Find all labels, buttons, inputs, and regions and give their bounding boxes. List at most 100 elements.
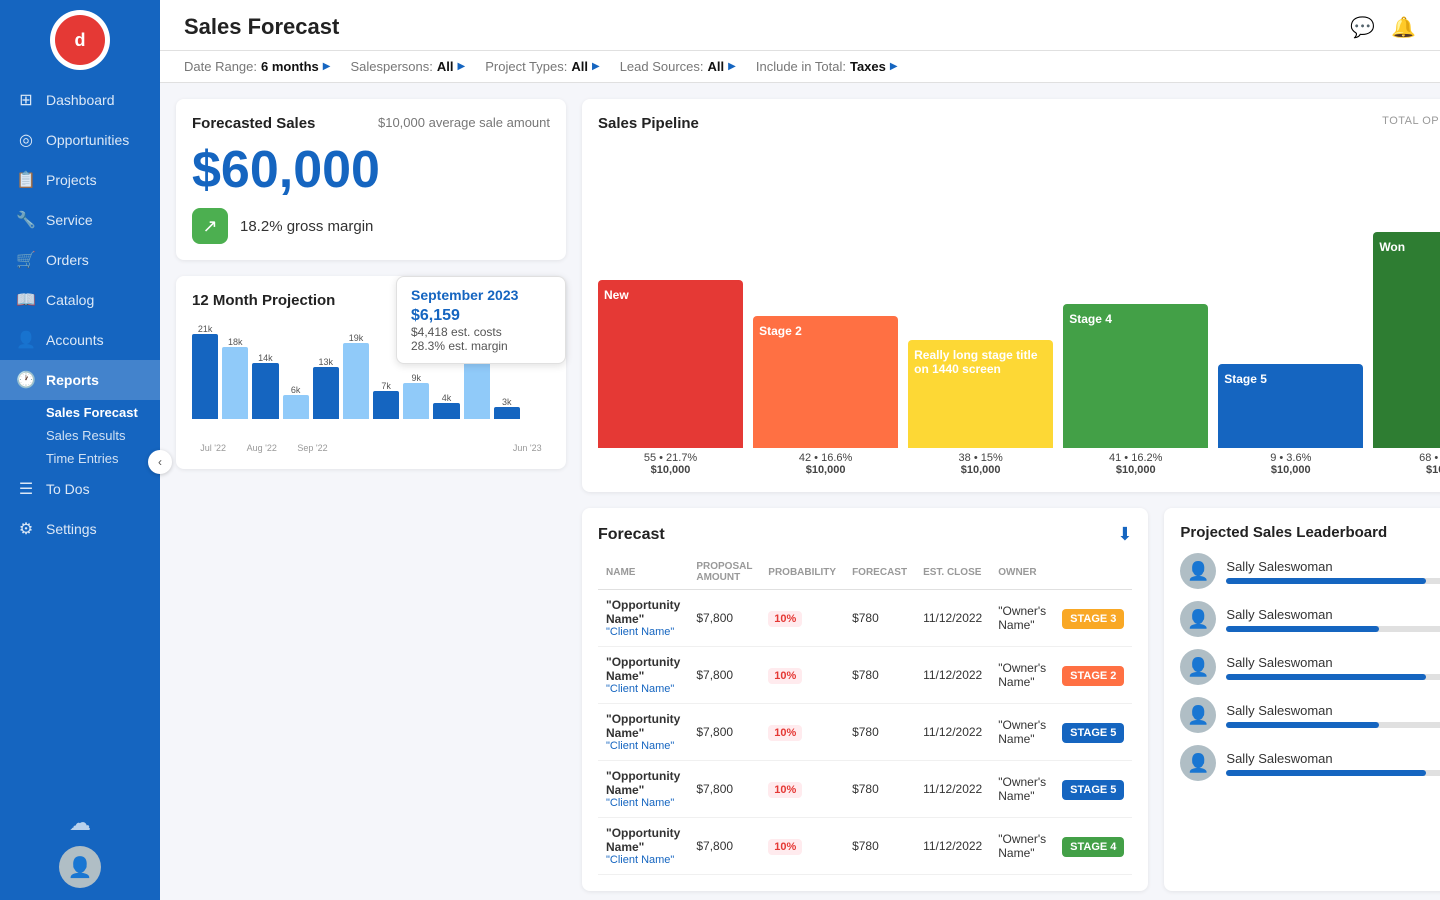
leader-item-0: 👤 Sally Saleswoman $46,500 [1180, 553, 1440, 589]
forecasted-header: Forecasted Sales $10,000 average sale am… [192, 115, 550, 132]
chart-label-jun: Jun '23 [513, 443, 542, 453]
chart-labels: Jul '22 Aug '22 Sep '22 Jun '23 [192, 443, 550, 453]
user-avatar[interactable]: 👤 [59, 846, 101, 888]
notification-icon[interactable]: 🔔 [1391, 15, 1416, 40]
filter-include-total-arrow: ▶ [890, 61, 898, 72]
gross-margin-icon: ↗ [192, 208, 228, 244]
cell-owner-0: "Owner's Name" [990, 590, 1054, 647]
filter-salespersons-value: All [437, 59, 454, 74]
sidebar-item-projects[interactable]: 📋 Projects [0, 160, 160, 200]
leader-info-4: Sally Saleswoman [1226, 751, 1440, 776]
forecasted-amount: $60,000 [192, 140, 550, 200]
leader-bar-fill-0 [1226, 578, 1426, 584]
leader-info-0: Sally Saleswoman [1226, 559, 1440, 584]
pipeline-bar-group-5: Won68 • 26.9%$10,000 [1373, 186, 1440, 476]
cell-close-3: 11/12/2022 [915, 761, 990, 818]
filter-salespersons-label: Salespersons: [351, 59, 433, 74]
filter-lead-sources[interactable]: Lead Sources: All ▶ [620, 59, 736, 74]
sidebar-sub-sales-results[interactable]: Sales Results [0, 423, 160, 446]
leaderboard-card: Projected Sales Leaderboard 👤 Sally Sale… [1164, 508, 1440, 891]
pipeline-bar-group-0: New55 • 21.7%$10,000 [598, 186, 743, 476]
total-opps-value: 253 [1382, 127, 1440, 164]
client-name-2: "Client Name" [606, 740, 680, 752]
leader-name-3: Sally Saleswoman [1226, 703, 1440, 718]
opp-name-2: "Opportunity Name" [606, 712, 680, 740]
sidebar-sub-time-entries[interactable]: Time Entries [0, 446, 160, 469]
cell-forecast-0: $780 [844, 590, 915, 647]
leader-name-2: Sally Saleswoman [1226, 655, 1440, 670]
cell-name-1: "Opportunity Name" "Client Name" [598, 647, 688, 704]
sidebar-item-opportunities[interactable]: ◎ Opportunities [0, 120, 160, 160]
cell-forecast-1: $780 [844, 647, 915, 704]
stage-badge-4: STAGE 4 [1062, 837, 1124, 857]
cell-stage-0: STAGE 3 [1054, 590, 1132, 647]
bar-group-0: 21k [192, 319, 218, 419]
tooltip-margin: 28.3% est. margin [411, 339, 551, 353]
leader-bar-fill-2 [1226, 674, 1426, 680]
accounts-icon: 👤 [16, 330, 36, 350]
bar-value-1: 18k [228, 337, 243, 347]
filter-date-range[interactable]: Date Range: 6 months ▶ [184, 59, 331, 74]
sidebar-item-settings[interactable]: ⚙ Settings [0, 509, 160, 549]
leader-avatar-3: 👤 [1180, 697, 1216, 733]
sidebar-sub-sales-forecast[interactable]: Sales Forecast [0, 400, 160, 423]
sidebar-item-orders[interactable]: 🛒 Orders [0, 240, 160, 280]
projects-icon: 📋 [16, 170, 36, 190]
sidebar-nav: ⊞ Dashboard ◎ Opportunities 📋 Projects 🔧… [0, 80, 160, 549]
prob-badge-3: 10% [768, 782, 802, 798]
leader-bar-bg-3 [1226, 722, 1440, 728]
sidebar: d ⊞ Dashboard ◎ Opportunities 📋 Projects… [0, 0, 160, 900]
stage-badge-1: STAGE 2 [1062, 666, 1124, 686]
sidebar-item-service[interactable]: 🔧 Service [0, 200, 160, 240]
sidebar-item-catalog[interactable]: 📖 Catalog [0, 280, 160, 320]
sidebar-label-projects: Projects [46, 172, 97, 188]
col-close: EST. CLOSE [915, 555, 990, 590]
table-header-row: NAME PROPOSAL AMOUNT PROBABILITY FORECAS… [598, 555, 1132, 590]
filter-include-total-value: Taxes [850, 59, 886, 74]
col-stage [1054, 555, 1132, 590]
bar-value-7: 9k [412, 373, 422, 383]
sidebar-label-accounts: Accounts [46, 332, 104, 348]
pipeline-bar-0: New [598, 280, 743, 448]
sidebar-item-dashboard[interactable]: ⊞ Dashboard [0, 80, 160, 120]
settings-icon: ⚙ [16, 519, 36, 539]
filter-project-types[interactable]: Project Types: All ▶ [485, 59, 599, 74]
pipeline-bar-info-2: 38 • 15%$10,000 [959, 452, 1003, 476]
filter-date-range-label: Date Range: [184, 59, 257, 74]
col-probability: PROBABILITY [760, 555, 844, 590]
cell-stage-3: STAGE 5 [1054, 761, 1132, 818]
forecast-header-row: Forecast ⬇ [598, 524, 1132, 545]
table-head: NAME PROPOSAL AMOUNT PROBABILITY FORECAS… [598, 555, 1132, 590]
forecasted-sales-title: Forecasted Sales [192, 115, 315, 132]
bar-value-5: 19k [349, 333, 364, 343]
cell-close-2: 11/12/2022 [915, 704, 990, 761]
bar-value-2: 14k [258, 353, 273, 363]
filter-salespersons[interactable]: Salespersons: All ▶ [351, 59, 466, 74]
bar-8 [433, 403, 459, 419]
forecast-title: Forecast [598, 526, 665, 544]
cell-name-3: "Opportunity Name" "Client Name" [598, 761, 688, 818]
logo[interactable]: d [50, 10, 110, 70]
sidebar-item-todos[interactable]: ☰ To Dos [0, 469, 160, 509]
prob-badge-0: 10% [768, 611, 802, 627]
sidebar-item-reports[interactable]: 🕐 Reports [0, 360, 160, 400]
chat-icon[interactable]: 💬 [1350, 15, 1375, 40]
download-icon[interactable]: ⬇ [1117, 524, 1132, 545]
forecasted-sales-card: Forecasted Sales $10,000 average sale am… [176, 99, 566, 260]
projection-tooltip: September 2023 $6,159 $4,418 est. costs … [396, 276, 566, 364]
leader-info-3: Sally Saleswoman [1226, 703, 1440, 728]
sidebar-item-accounts[interactable]: 👤 Accounts [0, 320, 160, 360]
opp-name-3: "Opportunity Name" [606, 769, 680, 797]
leader-avatar-4: 👤 [1180, 745, 1216, 781]
sidebar-collapse-button[interactable]: ‹ [148, 450, 172, 474]
pipeline-bar-group-4: Stage 59 • 3.6%$10,000 [1218, 186, 1363, 476]
bar-10 [494, 407, 520, 419]
bar-value-6: 7k [381, 381, 391, 391]
col-owner: OWNER [990, 555, 1054, 590]
sidebar-label-reports: Reports [46, 372, 99, 388]
cell-close-4: 11/12/2022 [915, 818, 990, 875]
cell-close-0: 11/12/2022 [915, 590, 990, 647]
table-body: "Opportunity Name" "Client Name" $7,800 … [598, 590, 1132, 875]
filter-include-total[interactable]: Include in Total: Taxes ▶ [756, 59, 898, 74]
sidebar-label-service: Service [46, 212, 93, 228]
